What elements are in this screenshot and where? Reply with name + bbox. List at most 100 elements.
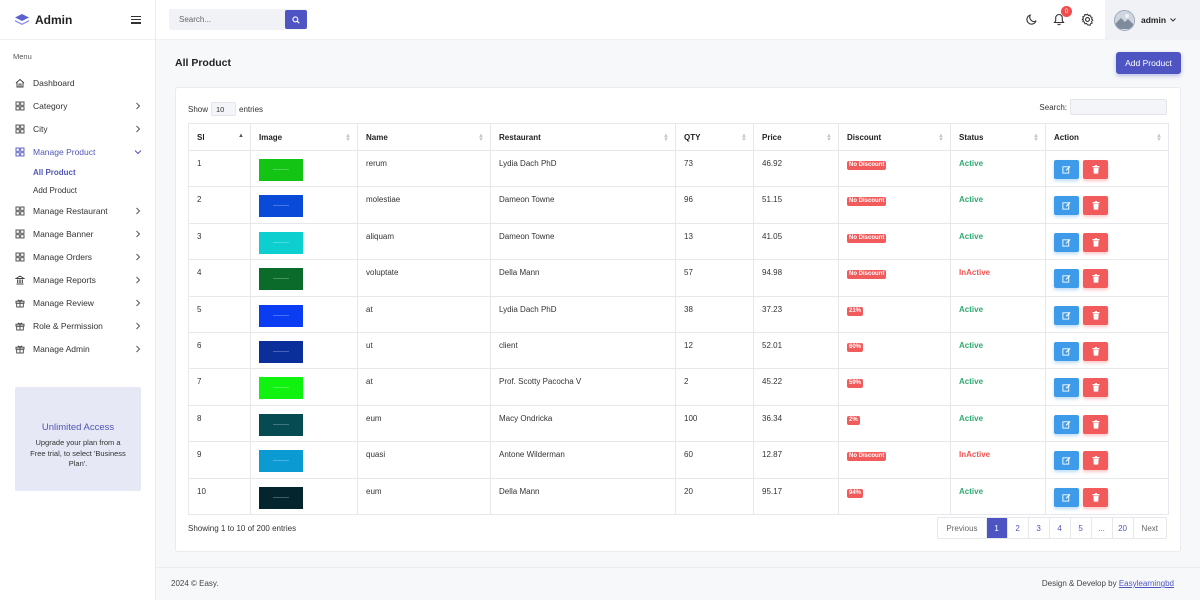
sidebar-item-manage-admin[interactable]: Manage Admin bbox=[0, 337, 156, 360]
sidebar-item-manage-orders[interactable]: Manage Orders bbox=[0, 245, 156, 268]
delete-button[interactable] bbox=[1083, 451, 1108, 471]
edit-button[interactable] bbox=[1054, 414, 1079, 434]
sidebar-item-manage-banner[interactable]: Manage Banner bbox=[0, 222, 156, 245]
settings-button[interactable] bbox=[1080, 12, 1094, 26]
delete-button[interactable] bbox=[1083, 414, 1108, 434]
grid-icon bbox=[15, 229, 25, 239]
column-header-action[interactable]: Action ▲ ▼ bbox=[1045, 123, 1169, 151]
column-header-sl[interactable]: Sl ▲ bbox=[188, 123, 251, 151]
cell-quantity: 13 bbox=[675, 222, 754, 261]
row-sl: 10 bbox=[197, 486, 206, 496]
delete-button[interactable] bbox=[1083, 378, 1108, 398]
cell-actions bbox=[1045, 149, 1169, 188]
delete-button[interactable] bbox=[1083, 196, 1108, 216]
cell-restaurant-name: Lydia Dach PhD bbox=[490, 149, 676, 188]
cell-discount: 2% bbox=[838, 404, 951, 443]
credit-link[interactable]: Easylearningbd bbox=[1119, 579, 1174, 588]
delete-button[interactable] bbox=[1083, 232, 1108, 252]
column-header-qty[interactable]: QTY ▲ ▼ bbox=[675, 123, 754, 151]
edit-button[interactable] bbox=[1054, 269, 1079, 289]
cell-discount: No Discount bbox=[838, 259, 951, 297]
page-button[interactable]: 20 bbox=[1113, 518, 1134, 538]
menu-toggle-icon[interactable] bbox=[131, 15, 141, 24]
quantity: 20 bbox=[684, 486, 693, 496]
cell-row-sl: 1 bbox=[188, 149, 251, 188]
cell-row-sl: 3 bbox=[188, 222, 251, 261]
column-header-name[interactable]: Name ▲ ▼ bbox=[357, 123, 491, 151]
sidebar-item-manage-reports[interactable]: Manage Reports bbox=[0, 268, 156, 291]
edit-button[interactable] bbox=[1054, 160, 1079, 179]
page-button[interactable]: 5 bbox=[1071, 518, 1092, 538]
brand-name[interactable]: Admin bbox=[35, 13, 131, 27]
cell-price: 52.01 bbox=[753, 331, 839, 370]
column-header-label: Price bbox=[762, 133, 782, 142]
edit-button[interactable] bbox=[1054, 305, 1079, 325]
column-header-label: Image bbox=[259, 133, 283, 142]
search-button[interactable] bbox=[285, 10, 307, 29]
page-button[interactable]: 2 bbox=[1008, 518, 1029, 538]
delete-button[interactable] bbox=[1083, 487, 1108, 507]
sidebar-item-manage-product[interactable]: Manage Product bbox=[0, 140, 156, 163]
table-search-input[interactable] bbox=[1070, 99, 1167, 115]
row-sl: 6 bbox=[197, 340, 202, 350]
sidebar-item-label: Manage Reports bbox=[33, 274, 96, 285]
dark-mode-toggle[interactable] bbox=[1025, 12, 1039, 26]
add-product-button[interactable]: Add Product bbox=[1116, 52, 1181, 74]
column-header-restaurant[interactable]: Restaurant ▲ ▼ bbox=[490, 123, 676, 151]
notifications-button[interactable]: 0 bbox=[1052, 6, 1072, 26]
delete-button[interactable] bbox=[1083, 341, 1108, 361]
row-actions bbox=[1054, 232, 1168, 252]
sidebar-item-manage-restaurant[interactable]: Manage Restaurant bbox=[0, 199, 156, 222]
column-header-status[interactable]: Status ▲ ▼ bbox=[950, 123, 1046, 151]
cell-image bbox=[250, 259, 358, 297]
sidebar-subitem-all-product[interactable]: All Product bbox=[0, 163, 156, 181]
cell-price: 12.87 bbox=[753, 441, 839, 479]
price: 95.17 bbox=[762, 486, 783, 496]
column-header-image[interactable]: Image ▲ ▼ bbox=[250, 123, 358, 151]
sidebar-item-category[interactable]: Category bbox=[0, 94, 156, 117]
cell-product-name: voluptate bbox=[357, 259, 491, 297]
edit-button[interactable] bbox=[1054, 196, 1079, 216]
table-row: 1 rerum Lydia Dach PhD 73 46.92 No Discount Ac… bbox=[188, 149, 1169, 188]
sidebar-item-dashboard[interactable]: Dashboard bbox=[0, 71, 156, 94]
chevron-down-icon bbox=[1170, 18, 1176, 22]
delete-button[interactable] bbox=[1083, 160, 1108, 179]
cell-row-sl: 4 bbox=[188, 259, 251, 297]
sidebar-subitem-add-product[interactable]: Add Product bbox=[0, 181, 156, 199]
trash-icon bbox=[1092, 198, 1100, 213]
sidebar-item-role-permission[interactable]: Role & Permission bbox=[0, 314, 156, 337]
cell-actions bbox=[1045, 222, 1169, 261]
edit-button[interactable] bbox=[1054, 232, 1079, 252]
quantity: 2 bbox=[684, 377, 689, 387]
previous-page-button[interactable]: Previous bbox=[938, 518, 987, 538]
next-page-button[interactable]: Next bbox=[1134, 518, 1166, 538]
chevron-right-icon bbox=[134, 230, 142, 238]
edit-button[interactable] bbox=[1054, 487, 1079, 507]
pagination-ellipsis: ... bbox=[1092, 518, 1113, 538]
sidebar-item-city[interactable]: City bbox=[0, 117, 156, 140]
discount-badge: No Discount bbox=[847, 452, 887, 462]
delete-button[interactable] bbox=[1083, 305, 1108, 325]
delete-button[interactable] bbox=[1083, 269, 1108, 289]
search-input[interactable] bbox=[169, 9, 283, 30]
chevron-right-icon bbox=[134, 125, 142, 133]
entries-select[interactable]: 10 bbox=[211, 102, 237, 116]
page-button[interactable]: 1 bbox=[986, 518, 1008, 538]
cell-image bbox=[250, 404, 358, 443]
cell-discount: No Discount bbox=[838, 441, 951, 479]
cell-row-sl: 9 bbox=[188, 441, 251, 479]
user-menu[interactable]: admin bbox=[1105, 0, 1200, 40]
edit-button[interactable] bbox=[1054, 451, 1079, 471]
restaurant-name: Della Mann bbox=[499, 268, 540, 278]
edit-button[interactable] bbox=[1054, 378, 1079, 398]
column-header-price[interactable]: Price ▲ ▼ bbox=[753, 123, 839, 151]
entries-label: entries bbox=[239, 104, 264, 114]
page-button[interactable]: 4 bbox=[1050, 518, 1071, 538]
column-header-discount[interactable]: Discount ▲ ▼ bbox=[838, 123, 951, 151]
row-actions bbox=[1054, 414, 1168, 434]
sidebar-item-manage-review[interactable]: Manage Review bbox=[0, 291, 156, 314]
cell-status: InActive bbox=[950, 259, 1046, 297]
page-button[interactable]: 3 bbox=[1029, 518, 1050, 538]
edit-button[interactable] bbox=[1054, 341, 1079, 361]
cell-actions bbox=[1045, 441, 1169, 479]
